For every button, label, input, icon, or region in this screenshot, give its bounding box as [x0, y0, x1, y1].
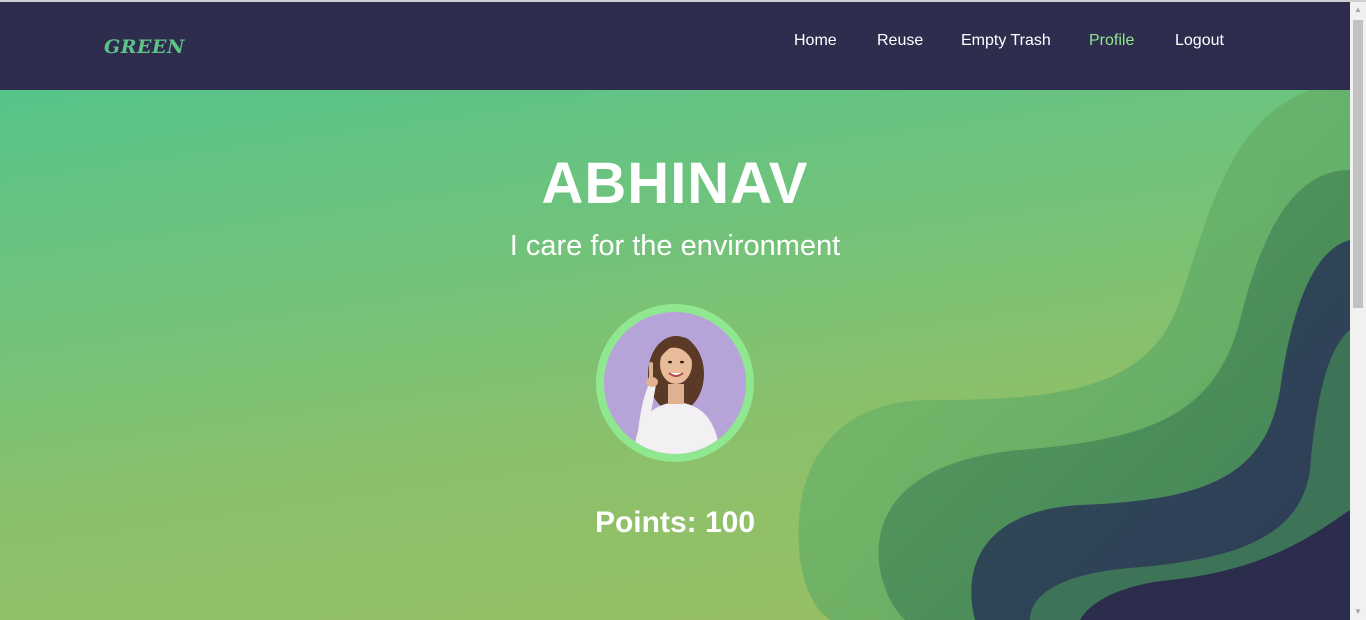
scroll-thumb[interactable]: [1353, 20, 1363, 308]
avatar: [596, 304, 754, 462]
nav-link-home[interactable]: Home: [794, 32, 837, 50]
navbar: GREEN Home Reuse Empty Trash Profile Log…: [0, 2, 1350, 90]
nav-links: Home Reuse Empty Trash Profile Logout: [0, 32, 1350, 56]
nav-link-empty-trash[interactable]: Empty Trash: [961, 32, 1051, 50]
chevron-down-icon[interactable]: ▼: [1350, 604, 1366, 620]
profile-tagline: I care for the environment: [509, 230, 841, 262]
nav-link-reuse[interactable]: Reuse: [877, 32, 923, 50]
page-scrollbar[interactable]: ▲ ▼: [1350, 2, 1366, 620]
chevron-up-icon[interactable]: ▲: [1350, 2, 1366, 18]
nav-link-profile[interactable]: Profile: [1089, 32, 1134, 50]
user-photo: [604, 312, 746, 454]
nav-link-logout[interactable]: Logout: [1175, 32, 1224, 50]
points-label: Points: 100: [594, 506, 756, 539]
profile-hero: ABHINAV I care for the environment Point…: [0, 90, 1350, 620]
profile-name: ABHINAV: [541, 151, 809, 216]
